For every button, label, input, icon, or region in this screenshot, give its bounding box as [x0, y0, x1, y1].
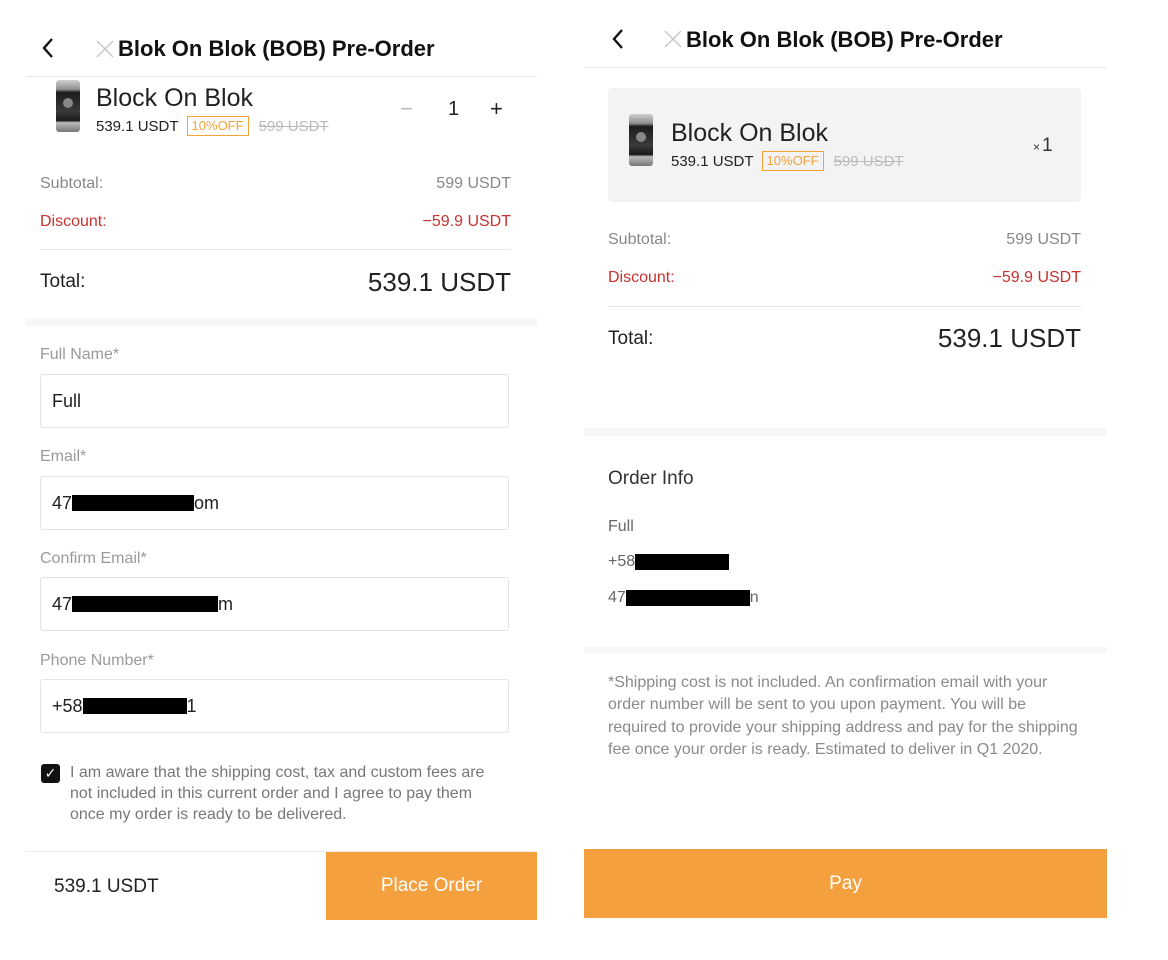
discount-label: Discount:	[608, 269, 675, 286]
discount-value: −59.9 USDT	[422, 213, 511, 230]
increase-quantity-button[interactable]: +	[490, 96, 503, 122]
total-value: 539.1 USDT	[937, 323, 1081, 353]
checkbox-checked-icon[interactable]: ✓	[41, 764, 60, 783]
phone-value-end: 1	[186, 695, 197, 716]
phone-number-label: Phone Number*	[40, 652, 154, 669]
discount-badge: 10%OFF	[761, 151, 824, 171]
order-confirmation-screen: Blok On Blok (BOB) Pre-Order Block On Bl…	[584, 10, 1107, 918]
decrease-quantity-button[interactable]: −	[400, 96, 413, 122]
confirm-email-value-end: m	[218, 593, 234, 614]
order-info-name: Full	[608, 518, 634, 535]
order-info-email-start: 47	[608, 589, 626, 606]
place-order-button[interactable]: Place Order	[326, 852, 537, 920]
redaction-bar	[625, 590, 750, 606]
back-icon[interactable]	[606, 25, 630, 53]
discount-label: Discount:	[40, 213, 107, 230]
total-label: Total:	[40, 271, 86, 292]
subtotal-label: Subtotal:	[40, 175, 104, 192]
product-price: 539.1 USDT	[671, 152, 754, 170]
product-price-line: 539.1 USDT 10%OFF 599 USDT	[671, 151, 904, 171]
discount-badge: 10%OFF	[186, 116, 249, 136]
close-icon[interactable]	[94, 38, 116, 60]
bottom-total-price: 539.1 USDT	[54, 876, 159, 897]
shipping-agreement-text: I am aware that the shipping cost, tax a…	[70, 764, 485, 823]
full-name-value: Full	[52, 390, 82, 411]
total-label: Total:	[608, 328, 654, 349]
phone-value-start: +58	[52, 695, 83, 716]
confirm-email-value-start: 47	[52, 593, 73, 614]
email-input[interactable]: 47 om	[40, 476, 509, 530]
quantity-value: 1	[448, 98, 460, 120]
email-value-start: 47	[52, 492, 73, 513]
redaction-bar	[82, 698, 187, 714]
order-info-phone: +58	[608, 553, 730, 571]
phone-number-input[interactable]: +58 1	[40, 679, 509, 733]
quantity-multiplier: ×	[1033, 140, 1041, 154]
back-icon[interactable]	[36, 34, 60, 62]
order-info-email-end: n	[749, 589, 759, 606]
divider	[608, 306, 1081, 307]
pay-button[interactable]: Pay	[584, 849, 1107, 918]
full-name-input[interactable]: Full	[40, 374, 509, 428]
navbar: Blok On Blok (BOB) Pre-Order	[584, 10, 1107, 68]
section-divider	[584, 647, 1107, 653]
page-title: Blok On Blok (BOB) Pre-Order	[118, 36, 435, 61]
discount-value: −59.9 USDT	[992, 269, 1081, 286]
email-value-end: om	[194, 492, 220, 513]
divider	[40, 249, 511, 250]
quantity-display: × 1	[1033, 135, 1053, 157]
product-price-line: 539.1 USDT 10%OFF 599 USDT	[96, 116, 329, 136]
order-info-title: Order Info	[608, 468, 694, 489]
product-thumbnail	[629, 114, 653, 166]
subtotal-label: Subtotal:	[608, 231, 672, 248]
product-summary-card: Block On Blok 539.1 USDT 10%OFF 599 USDT…	[608, 88, 1081, 202]
redaction-bar	[72, 495, 195, 511]
order-info-phone-start: +58	[608, 553, 636, 570]
section-divider	[26, 318, 537, 326]
original-price: 599 USDT	[258, 117, 329, 135]
shipping-note: *Shipping cost is not included. An confi…	[608, 674, 1078, 759]
full-name-label: Full Name*	[40, 346, 120, 363]
close-icon[interactable]	[662, 28, 684, 50]
navbar: Blok On Blok (BOB) Pre-Order	[26, 16, 537, 77]
confirm-email-input[interactable]: 47 m	[40, 577, 509, 631]
subtotal-value: 599 USDT	[1006, 231, 1081, 248]
section-divider	[584, 428, 1107, 436]
checkout-form-screen: Blok On Blok (BOB) Pre-Order Block On Bl…	[26, 16, 537, 920]
original-price: 599 USDT	[833, 152, 904, 170]
product-name: Block On Blok	[671, 119, 829, 147]
order-info-email: 47 n	[608, 589, 759, 607]
bottom-bar: 539.1 USDT Place Order	[26, 851, 537, 920]
quantity-value: 1	[1042, 135, 1053, 156]
redaction-bar	[72, 596, 219, 612]
page-title: Blok On Blok (BOB) Pre-Order	[686, 27, 1003, 52]
total-value: 539.1 USDT	[367, 267, 511, 297]
confirm-email-label: Confirm Email*	[40, 550, 147, 567]
product-price: 539.1 USDT	[96, 117, 179, 135]
product-name: Block On Blok	[96, 84, 254, 112]
redaction-bar	[635, 554, 730, 570]
product-thumbnail	[56, 80, 80, 132]
subtotal-value: 599 USDT	[436, 175, 511, 192]
email-label: Email*	[40, 448, 87, 465]
